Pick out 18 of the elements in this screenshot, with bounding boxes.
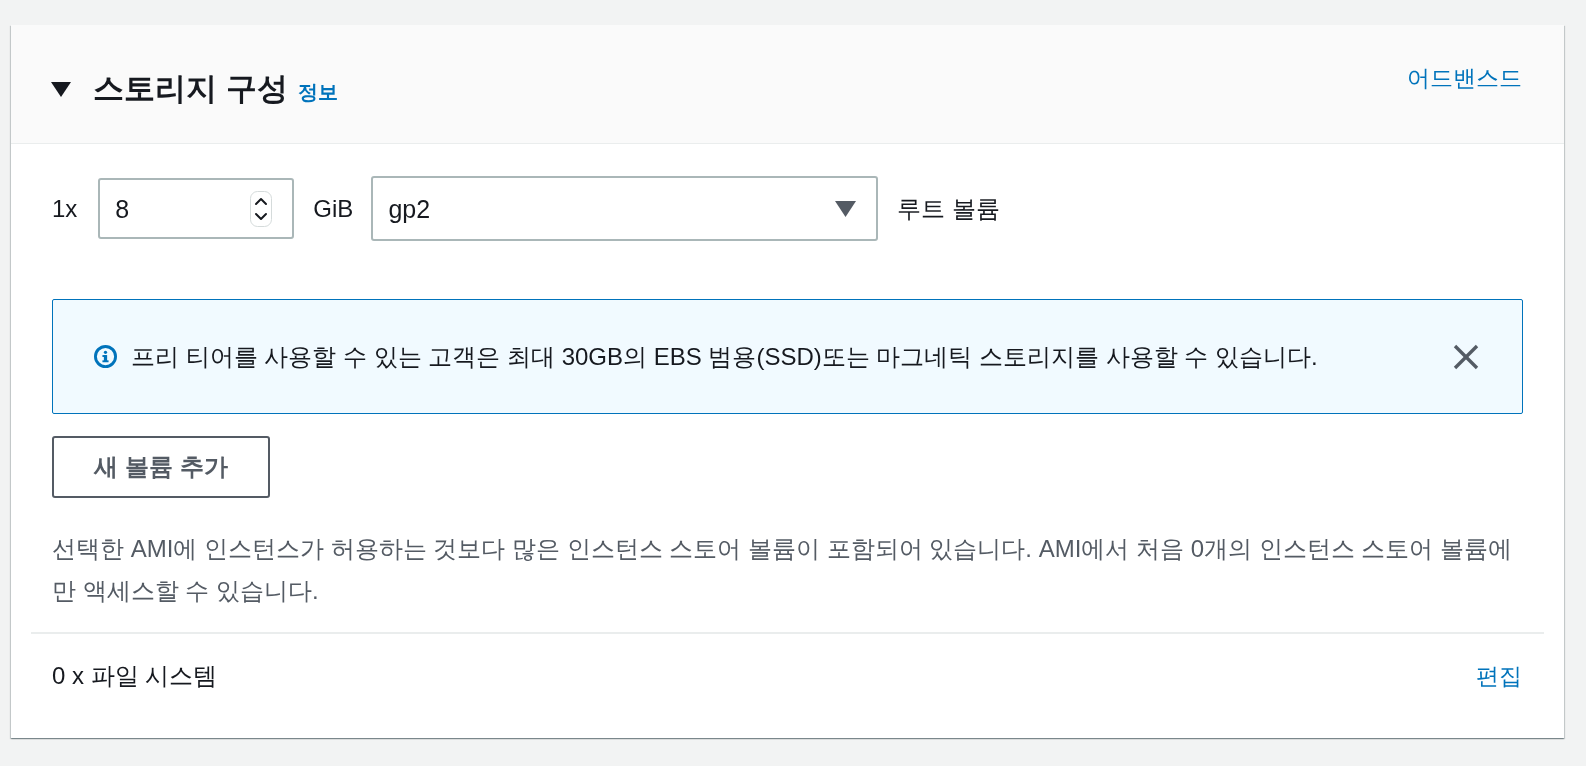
alert-message: 프리 티어를 사용할 수 있는 고객은 최대 30GB의 EBS 범용(SSD)또는 마그네틱 스토리지를 사용할 수 있습니다. <box>131 341 1319 372</box>
section-title: 스토리지 구성 <box>93 70 288 108</box>
edit-link[interactable]: 편집 <box>1476 661 1522 691</box>
add-volume-button[interactable]: 새 볼륨 추가 <box>52 436 270 498</box>
dropdown-caret-icon <box>835 200 857 217</box>
info-icon <box>94 345 117 368</box>
stepper-arrows-icon[interactable] <box>250 190 273 227</box>
unit-label: GiB <box>313 193 354 224</box>
size-input[interactable]: 8 <box>98 178 295 239</box>
volume-role-label: 루트 볼륨 <box>897 193 1001 224</box>
volume-count-label: 1x <box>52 193 78 224</box>
volume-type-select[interactable]: gp2 <box>371 176 879 241</box>
info-link[interactable]: 정보 <box>297 78 338 105</box>
close-icon[interactable] <box>1453 343 1479 370</box>
advanced-link[interactable]: 어드밴스드 <box>1407 63 1522 93</box>
instance-store-note: 선택한 AMI에 인스턴스가 허용하는 것보다 많은 인스턴스 스토어 볼륨이 포함되어 있습니다. AMI에서 처음 0개의 인스턴스 스토어 볼륨에만 액세스할 수 있습니다. <box>52 534 1514 606</box>
expand-triangle-icon[interactable] <box>51 81 71 97</box>
file-system-count-label: 0 x 파일 시스템 <box>52 661 218 691</box>
